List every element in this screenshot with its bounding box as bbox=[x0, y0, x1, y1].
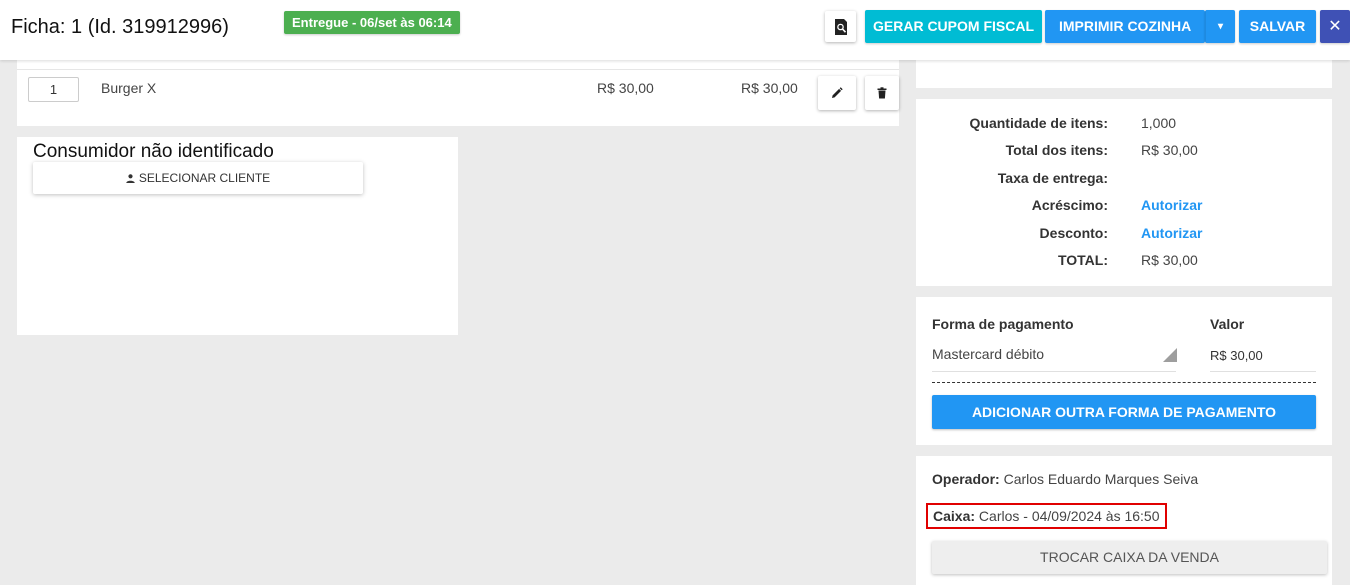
page-title: Ficha: 1 (Id. 319912996) bbox=[11, 16, 229, 38]
totals-label: Desconto: bbox=[1039, 225, 1108, 241]
generate-fiscal-coupon-button[interactable]: GERAR CUPOM FISCAL bbox=[865, 10, 1042, 43]
totals-label: Total dos itens: bbox=[1005, 142, 1108, 158]
authorize-discount-link[interactable]: Autorizar bbox=[1141, 225, 1202, 241]
payment-value-underline bbox=[1210, 371, 1316, 372]
close-icon: ✕ bbox=[1328, 18, 1342, 35]
totals-row-total: TOTAL: R$ 30,00 bbox=[916, 252, 1332, 272]
totals-label: TOTAL: bbox=[1057, 252, 1108, 268]
totals-card: Quantidade de itens: 1,000 Total dos ite… bbox=[916, 99, 1332, 286]
cash-register-label: Caixa: bbox=[933, 508, 976, 524]
operator-label: Operador: bbox=[932, 471, 1000, 487]
payment-value-input[interactable]: R$ 30,00 bbox=[1210, 348, 1263, 363]
cash-register-highlight: Caixa: Carlos - 04/09/2024 às 16:50 bbox=[926, 503, 1167, 529]
right-top-card bbox=[916, 60, 1332, 88]
authorize-surcharge-link[interactable]: Autorizar bbox=[1141, 197, 1202, 213]
totals-label: Quantidade de itens: bbox=[969, 115, 1108, 131]
items-header-divider bbox=[17, 69, 899, 70]
cash-register-value: Carlos - 04/09/2024 às 16:50 bbox=[978, 508, 1160, 524]
payment-method-select[interactable]: Mastercard débito bbox=[932, 346, 1044, 362]
payment-method-header: Forma de pagamento bbox=[932, 316, 1074, 332]
customer-card: Consumidor não identificado SELECIONAR C… bbox=[17, 137, 458, 335]
totals-row-delivery-fee: Taxa de entrega: bbox=[916, 170, 1332, 190]
edit-item-button[interactable] bbox=[818, 76, 856, 110]
add-payment-method-button[interactable]: ADICIONAR OUTRA FORMA DE PAGAMENTO bbox=[932, 395, 1316, 429]
caret-down-icon: ▾ bbox=[1217, 21, 1224, 32]
order-items-card: 1 Burger X R$ 30,00 R$ 30,00 bbox=[17, 60, 899, 126]
status-badge: Entregue - 06/set às 06:14 bbox=[284, 11, 460, 34]
delete-item-button[interactable] bbox=[865, 76, 899, 110]
payment-value-header: Valor bbox=[1210, 316, 1245, 332]
item-total-price: R$ 30,00 bbox=[741, 80, 798, 96]
header-bar: Ficha: 1 (Id. 319912996) Entregue - 06/s… bbox=[0, 0, 1350, 60]
totals-row-quantity: Quantidade de itens: 1,000 bbox=[916, 115, 1332, 135]
totals-value: R$ 30,00 bbox=[1141, 142, 1198, 158]
totals-row-discount: Desconto: Autorizar bbox=[916, 225, 1332, 245]
totals-value: 1,000 bbox=[1141, 115, 1177, 131]
item-unit-price: R$ 30,00 bbox=[597, 80, 654, 96]
payment-card: Forma de pagamento Valor Mastercard débi… bbox=[916, 297, 1332, 445]
payment-method-underline bbox=[932, 371, 1176, 372]
operator-line: Operador: Carlos Eduardo Marques Seiva bbox=[932, 471, 1198, 487]
dropdown-triangle-icon[interactable] bbox=[1163, 348, 1177, 362]
trash-icon bbox=[877, 87, 887, 99]
item-quantity-input[interactable]: 1 bbox=[28, 77, 79, 102]
operator-card: Operador: Carlos Eduardo Marques Seiva C… bbox=[916, 456, 1332, 585]
search-document-icon bbox=[834, 18, 847, 35]
totals-row-items-total: Total dos itens: R$ 30,00 bbox=[916, 142, 1332, 162]
payment-divider bbox=[932, 382, 1316, 383]
select-client-label: SELECIONAR CLIENTE bbox=[138, 171, 271, 185]
save-button[interactable]: SALVAR bbox=[1239, 10, 1316, 43]
totals-label: Acréscimo: bbox=[1031, 197, 1108, 213]
totals-row-surcharge: Acréscimo: Autorizar bbox=[916, 197, 1332, 217]
customer-name: Consumidor não identificado bbox=[33, 141, 274, 162]
totals-value: R$ 30,00 bbox=[1141, 252, 1198, 268]
item-name: Burger X bbox=[101, 80, 157, 96]
person-icon bbox=[126, 173, 135, 183]
totals-label: Taxa de entrega: bbox=[997, 170, 1108, 186]
print-kitchen-dropdown-button[interactable]: ▾ bbox=[1205, 10, 1235, 43]
change-cash-register-button[interactable]: TROCAR CAIXA DA VENDA bbox=[932, 541, 1327, 574]
print-kitchen-button[interactable]: IMPRIMIR COZINHA bbox=[1045, 10, 1205, 43]
select-client-button[interactable]: SELECIONAR CLIENTE bbox=[33, 162, 363, 194]
preview-button[interactable] bbox=[825, 11, 856, 42]
close-button[interactable]: ✕ bbox=[1320, 10, 1350, 43]
operator-name: Carlos Eduardo Marques Seiva bbox=[1003, 471, 1199, 487]
pencil-icon bbox=[832, 87, 843, 98]
